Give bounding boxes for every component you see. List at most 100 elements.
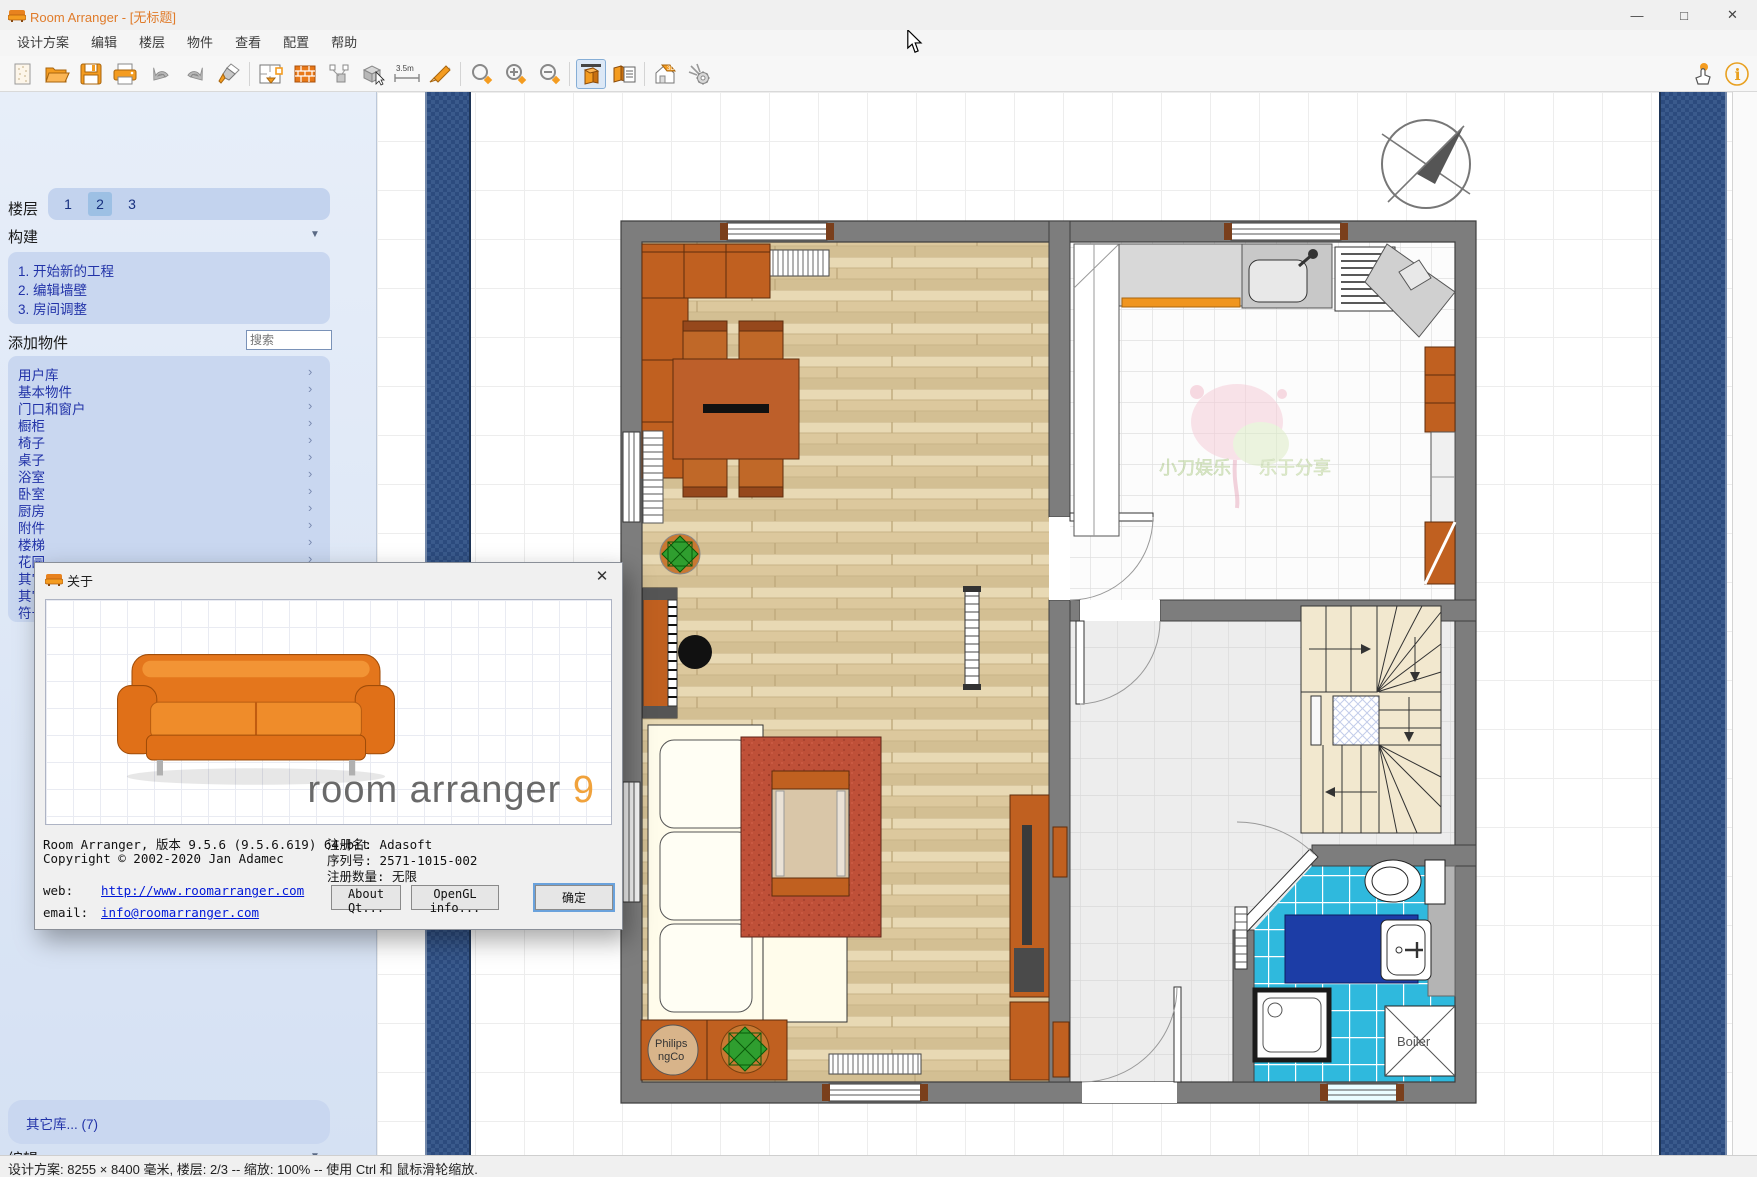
save-button[interactable]: [76, 59, 106, 89]
edit-walls-button[interactable]: [256, 59, 286, 89]
window-top-left[interactable]: [720, 223, 834, 240]
house-3d-icon: 3D: [653, 62, 679, 86]
stool-black[interactable]: [678, 635, 712, 669]
menu-objects[interactable]: 物件: [176, 30, 224, 56]
other-libraries-link[interactable]: 其它库... (7): [26, 1113, 98, 1133]
kitchen-sink[interactable]: [1242, 244, 1332, 308]
build-section-label: 构建: [8, 226, 38, 247]
view-3d-list-icon: [612, 62, 638, 86]
wall-material-button[interactable]: [290, 59, 320, 89]
title-bar: Room Arranger - [无标题] — □ ✕: [0, 0, 1757, 30]
kitchen-right-cabinet[interactable]: [1425, 522, 1455, 584]
floor-tab-2[interactable]: 2: [88, 192, 112, 216]
view-3d-button[interactable]: [576, 59, 606, 89]
dialog-product-image: room arranger 9: [45, 599, 612, 825]
bathroom-sink[interactable]: [1381, 920, 1431, 980]
kitchen-right-shelf[interactable]: [1425, 347, 1455, 432]
window-top-right[interactable]: [1224, 223, 1348, 240]
app-sofa-icon: [8, 8, 26, 22]
website-link[interactable]: http://www.roomarranger.com: [101, 883, 304, 898]
status-text: 设计方案: 8255 × 8400 毫米, 楼层: 2/3 -- 缩放: 100…: [8, 1159, 478, 1177]
about-qt-button[interactable]: About Qt...: [331, 885, 401, 910]
zoom-in-button[interactable]: [501, 59, 531, 89]
build-step-1[interactable]: 1. 开始新的工程: [18, 260, 114, 280]
floor-plan-icon: [258, 62, 284, 86]
format-brush-button[interactable]: [214, 59, 244, 89]
kitchen-right-counter[interactable]: [1431, 432, 1455, 522]
email-label: email:: [43, 905, 88, 920]
pencil-measure-icon: [428, 62, 454, 86]
chevron-right-icon: ›: [308, 534, 312, 549]
floor-tab-1[interactable]: 1: [56, 192, 80, 216]
status-bar: 设计方案: 8255 × 8400 毫米, 楼层: 2/3 -- 缩放: 100…: [0, 1155, 1757, 1177]
ok-button[interactable]: 确定: [535, 885, 613, 910]
chevron-right-icon: ›: [308, 364, 312, 379]
house-3d-label: 3D: [667, 66, 675, 72]
undo-icon: [149, 62, 173, 86]
menu-edit[interactable]: 编辑: [80, 30, 128, 56]
search-input[interactable]: [246, 330, 332, 350]
measure-icon: 3.5m: [393, 62, 421, 86]
menu-settings[interactable]: 配置: [272, 30, 320, 56]
print-button[interactable]: [110, 59, 140, 89]
window-bottom-bathroom[interactable]: [1320, 1084, 1404, 1101]
view-3d-list-button[interactable]: [610, 59, 640, 89]
radiator-near-door[interactable]: [963, 586, 981, 690]
sofa-product-image: [101, 640, 411, 790]
sideboard-label-1: Philips: [655, 1038, 688, 1050]
zoom-window-button[interactable]: [467, 59, 497, 89]
toolbar-separator: [644, 62, 645, 86]
plant-left[interactable]: [660, 534, 700, 574]
sideboard-bottom[interactable]: Philips ngCo: [641, 1020, 787, 1080]
staircase[interactable]: [1301, 606, 1441, 833]
close-button[interactable]: ✕: [1708, 0, 1757, 30]
redo-button[interactable]: [180, 59, 210, 89]
measure-button[interactable]: 3.5m: [392, 59, 422, 89]
window-left-lower[interactable]: [623, 782, 640, 902]
window-bottom-living[interactable]: [822, 1084, 928, 1101]
donate-button[interactable]: [1688, 59, 1718, 89]
piano[interactable]: [643, 588, 677, 718]
house-3d-button[interactable]: 3D: [651, 59, 681, 89]
build-step-3[interactable]: 3. 房间调整: [18, 298, 87, 318]
object-pick-button[interactable]: [358, 59, 388, 89]
dialog-close-button[interactable]: ✕: [588, 565, 616, 589]
dialog-title: 关于: [67, 571, 93, 590]
zoom-out-button[interactable]: [535, 59, 565, 89]
ladder-shelf[interactable]: [643, 431, 663, 523]
walk-settings-button[interactable]: [685, 59, 715, 89]
maximize-button[interactable]: □: [1661, 0, 1707, 30]
sideboard-label-2: ngCo: [658, 1051, 684, 1063]
menu-help[interactable]: 帮助: [320, 30, 368, 56]
radiator-bottom[interactable]: [829, 1054, 921, 1074]
build-step-2[interactable]: 2. 编辑墙壁: [18, 279, 87, 299]
object-cursor-icon: [360, 62, 386, 86]
new-document-icon: [11, 62, 35, 86]
window-title: Room Arranger - [无标题]: [30, 7, 176, 26]
undo-button[interactable]: [146, 59, 176, 89]
window-left-upper[interactable]: [623, 432, 640, 522]
tv-cabinet[interactable]: [1010, 795, 1049, 1080]
info-button[interactable]: i: [1722, 59, 1752, 89]
transform-points-icon: [327, 62, 351, 86]
opengl-info-button[interactable]: OpenGL info...: [411, 885, 499, 910]
measure-draw-button[interactable]: [426, 59, 456, 89]
registration-count: 注册数量: 无限: [327, 866, 417, 885]
email-link[interactable]: info@roomarranger.com: [101, 905, 259, 920]
build-collapse-arrow[interactable]: ▼: [310, 229, 320, 240]
transform-button[interactable]: [324, 59, 354, 89]
chevron-right-icon: ›: [308, 517, 312, 532]
minimize-button[interactable]: —: [1614, 0, 1660, 30]
kitchen-tall-cabinet[interactable]: [1074, 244, 1119, 536]
open-button[interactable]: [42, 59, 72, 89]
shower-tray[interactable]: [1255, 990, 1329, 1060]
menu-design[interactable]: 设计方案: [6, 30, 80, 56]
new-document-button[interactable]: [8, 59, 38, 89]
toilet[interactable]: [1365, 860, 1445, 904]
coffee-table[interactable]: [772, 771, 849, 896]
bathroom-radiator[interactable]: [1235, 907, 1247, 969]
menu-view[interactable]: 查看: [224, 30, 272, 56]
floor-tab-3[interactable]: 3: [120, 192, 144, 216]
menu-floors[interactable]: 楼层: [128, 30, 176, 56]
boiler[interactable]: Boiler: [1385, 1006, 1455, 1076]
